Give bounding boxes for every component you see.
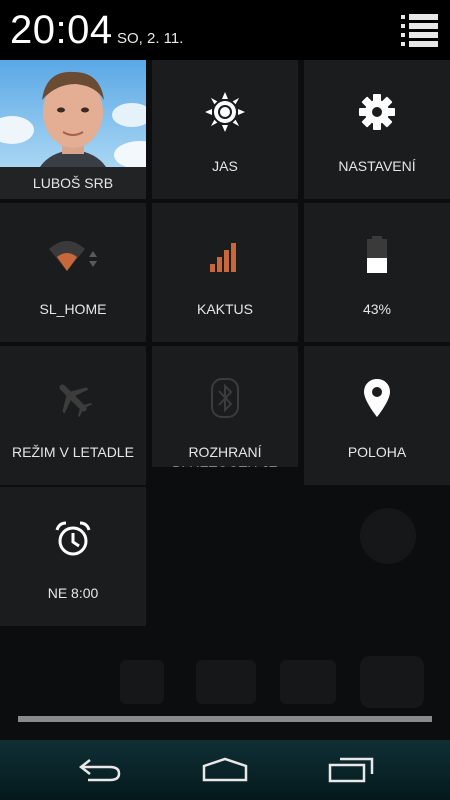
back-button[interactable] <box>70 752 130 788</box>
recent-apps-icon <box>328 757 374 783</box>
tile-location[interactable]: POLOHA <box>304 346 450 485</box>
recent-apps-button[interactable] <box>321 752 381 788</box>
quick-settings-screen: 20:04 SO, 2. 11. LUBOŠ SRB JAS NASTAVENÍ… <box>0 0 450 800</box>
tile-bluetooth[interactable]: ROZHRANÍ BLUETOOTH JE VYPNUTO <box>152 346 298 467</box>
wifi-label: SL_HOME <box>39 301 107 317</box>
tile-settings[interactable]: NASTAVENÍ <box>304 60 450 199</box>
brightness-label: JAS <box>212 158 238 174</box>
panel-drag-handle[interactable] <box>18 716 432 722</box>
tile-alarm[interactable]: NE 8:00 <box>0 487 146 626</box>
wifi-icon <box>0 233 146 277</box>
alarm-icon <box>0 517 146 561</box>
battery-icon <box>304 233 450 277</box>
home-icon <box>202 757 248 782</box>
tile-mobile-network[interactable]: KAKTUS <box>152 203 298 342</box>
alarm-label: NE 8:00 <box>47 585 99 601</box>
battery-label: 43% <box>362 301 392 317</box>
tile-battery[interactable]: 43% <box>304 203 450 342</box>
tile-brightness[interactable]: JAS <box>152 60 298 199</box>
airplane-mode-label: REŽIM V LETADLE <box>12 444 134 460</box>
settings-label: NASTAVENÍ <box>338 158 416 174</box>
avatar <box>0 60 146 167</box>
date-text[interactable]: SO, 2. 11. <box>117 30 183 47</box>
tile-airplane-mode[interactable]: REŽIM V LETADLE <box>0 346 146 485</box>
clock-time[interactable]: 20:04 <box>10 8 113 53</box>
bluetooth-label: ROZHRANÍ BLUETOOTH JE VYPNUTO <box>172 444 278 467</box>
cell-signal-icon <box>152 233 298 277</box>
home-button[interactable] <box>195 752 255 788</box>
tile-user-profile[interactable]: LUBOŠ SRB <box>0 60 146 199</box>
airplane-icon <box>0 376 146 420</box>
tile-wifi[interactable]: SL_HOME <box>0 203 146 342</box>
mobile-network-label: KAKTUS <box>196 301 253 317</box>
location-icon <box>304 376 450 420</box>
back-icon <box>78 759 121 782</box>
navigation-bar <box>0 740 450 800</box>
user-name: LUBOŠ SRB <box>0 167 146 199</box>
notifications-toggle-icon[interactable] <box>398 12 440 48</box>
gear-icon <box>304 90 450 134</box>
brightness-icon <box>152 90 298 134</box>
location-label: POLOHA <box>347 444 407 460</box>
bluetooth-icon <box>152 376 298 420</box>
status-header: 20:04 SO, 2. 11. <box>0 0 450 60</box>
quick-settings-grid: LUBOŠ SRB JAS NASTAVENÍ SL_HOME KAKTUS 4… <box>0 60 450 626</box>
